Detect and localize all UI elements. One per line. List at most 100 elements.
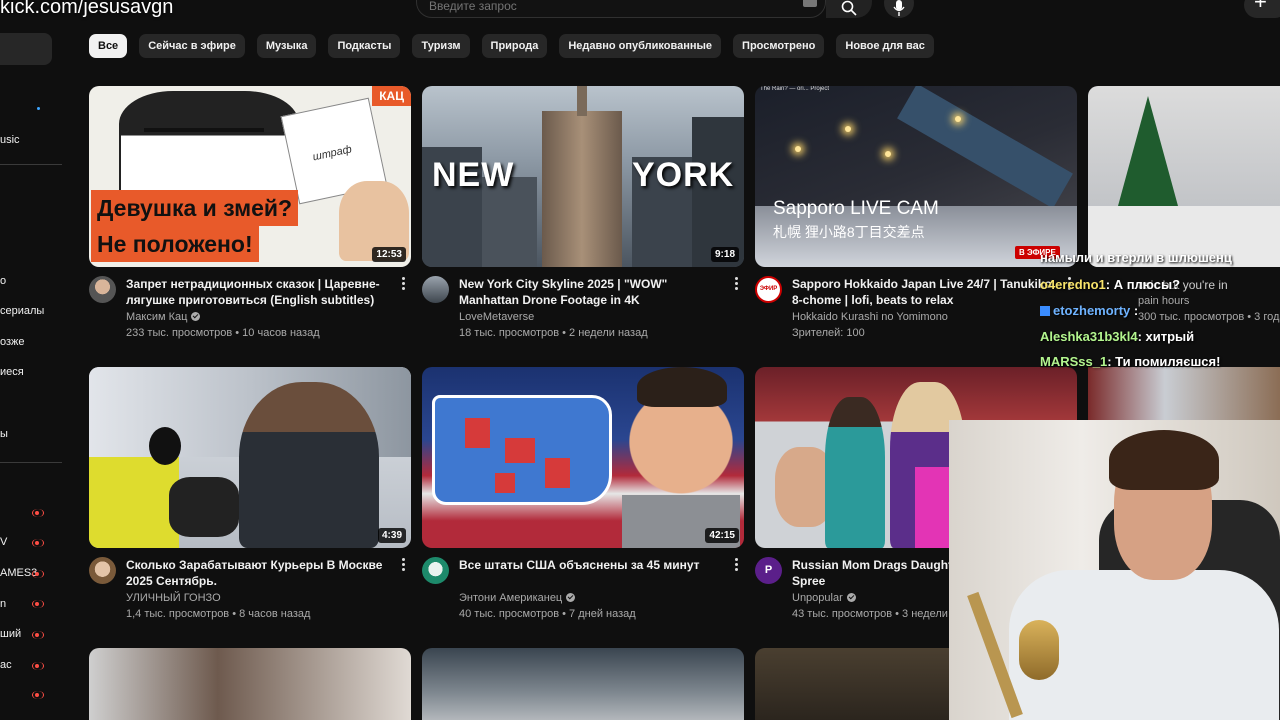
channel-avatar[interactable] <box>422 557 449 584</box>
live-icon <box>32 691 44 699</box>
channel-name[interactable]: УЛИЧНЫЙ ГОНЗО <box>126 592 221 604</box>
live-icon <box>32 539 44 547</box>
video-duration: 42:15 <box>705 528 739 543</box>
chip-new-for-you[interactable]: Новое для вас <box>836 34 934 58</box>
thumbnail-scooter <box>169 477 239 537</box>
street-light <box>845 126 851 132</box>
sidebar-sub-3[interactable]: n <box>0 598 6 610</box>
chip-tourism[interactable]: Туризм <box>412 34 470 58</box>
video-thumbnail[interactable]: 4:39 <box>89 367 411 548</box>
channel-avatar[interactable]: ЭФИР <box>755 276 782 303</box>
chip-live[interactable]: Сейчас в эфире <box>139 34 245 58</box>
video-title[interactable]: Sapporo Hokkaido Japan Live 24/7 | Tanuk… <box>792 276 1054 308</box>
chat-message: etozhemorty : <box>1040 303 1138 318</box>
sidebar-item-watch-later[interactable]: озже <box>0 336 25 348</box>
thumbnail-tower <box>542 111 622 267</box>
chip-watched[interactable]: Просмотрено <box>733 34 825 58</box>
video-title[interactable]: Сколько Зарабатывают Курьеры В Москве 20… <box>126 557 388 589</box>
thumbnail-caption: Sapporo LIVE CAM <box>773 198 939 219</box>
search-input[interactable] <box>429 0 789 13</box>
more-options-icon[interactable] <box>399 558 407 572</box>
search-icon <box>841 0 857 16</box>
chip-podcasts[interactable]: Подкасты <box>328 34 401 58</box>
channel-name[interactable]: LoveMetaverse <box>459 311 534 323</box>
video-thumbnail[interactable] <box>89 648 411 720</box>
thumbnail-tree <box>1118 96 1178 206</box>
thumbnail-us-map <box>432 395 612 505</box>
video-thumbnail[interactable] <box>755 648 949 720</box>
more-options-icon[interactable] <box>399 277 407 291</box>
streamer-webcam <box>949 420 1280 720</box>
video-stats: 40 тыс. просмотров • 7 дней назад <box>459 608 636 620</box>
sidebar-sub-1[interactable]: V <box>0 536 7 548</box>
live-icon <box>32 570 44 578</box>
video-stats: 300 тыс. просмотров • 3 года н <box>1138 311 1280 323</box>
video-stats: 1,4 тыс. просмотров • 8 часов назад <box>126 608 311 620</box>
sidebar-item-liked[interactable]: иеся <box>0 366 24 378</box>
video-thumbnail[interactable]: NEW YORK 9:18 <box>422 86 744 267</box>
video-thumbnail[interactable]: штраф КАЦ Девушка и змей? Не положено! 1… <box>89 86 411 267</box>
video-title[interactable]: Все штаты США объяснены за 45 минут <box>459 557 721 573</box>
chat-message: MARSss_1: Ти помиляєшся! <box>1040 354 1221 369</box>
thumbnail-bag <box>89 457 179 548</box>
video-title[interactable]: Запрет нетрадиционных сказок | Царевне-л… <box>126 276 388 308</box>
sidebar-item-music[interactable]: usic <box>0 134 20 146</box>
video-title[interactable]: New York City Skyline 2025 | "WOW" Manha… <box>459 276 721 308</box>
channel-avatar[interactable] <box>89 557 116 584</box>
chip-recent[interactable]: Недавно опубликованные <box>559 34 722 58</box>
thumbnail-caption: YORK <box>632 156 735 194</box>
chat-username: Aleshka31b3kl4 <box>1040 329 1138 344</box>
mic-icon <box>893 0 905 16</box>
channel-name[interactable]: Максим Кац <box>126 311 201 323</box>
channel-avatar[interactable]: P <box>755 557 782 584</box>
channel-avatar[interactable] <box>89 276 116 303</box>
keyboard-icon[interactable] <box>803 0 817 7</box>
chat-username: MARSss_1 <box>1040 354 1108 369</box>
chip-all[interactable]: Все <box>89 34 128 58</box>
more-options-icon[interactable] <box>732 558 740 572</box>
thumbnail-person <box>825 397 885 548</box>
video-thumbnail[interactable]: The Rain? — ori... Project Sapporo LIVE … <box>755 86 1077 267</box>
channel-avatar[interactable] <box>422 276 449 303</box>
search-bar[interactable] <box>416 0 826 18</box>
channel-name[interactable]: Энтони Американец <box>459 592 576 604</box>
chip-music[interactable]: Музыка <box>256 34 317 58</box>
search-button[interactable] <box>826 0 872 18</box>
chat-message: намыли и втерли в шлюшенц <box>1040 250 1232 265</box>
live-icon <box>32 631 44 639</box>
video-stats: 18 тыс. просмотров • 2 недели назад <box>459 327 648 339</box>
video-card[interactable]: штраф КАЦ Девушка и змей? Не положено! 1… <box>89 86 411 339</box>
verified-icon <box>191 312 201 321</box>
create-button[interactable]: + <box>1244 0 1280 18</box>
video-card[interactable]: The Rain? — ori... Project Sapporo LIVE … <box>755 86 1077 339</box>
sidebar-sub-5[interactable]: ас <box>0 659 12 671</box>
more-options-icon[interactable] <box>732 277 740 291</box>
voice-search-button[interactable] <box>884 0 914 18</box>
sidebar-item-series[interactable]: сериалы <box>0 305 44 317</box>
sidebar-item-1[interactable]: о <box>0 275 6 287</box>
channel-name[interactable]: Hokkaido Kurashi no Yomimono <box>792 311 948 323</box>
thumbnail-paper-text: штраф <box>311 143 353 164</box>
video-thumbnail[interactable]: 42:15 <box>422 367 744 548</box>
sidebar-sub-4[interactable]: ший <box>0 628 21 640</box>
thumbnail-spire <box>577 86 587 116</box>
video-thumbnail[interactable] <box>1088 86 1280 267</box>
video-card[interactable]: 4:39 Сколько Зарабатывают Курьеры В Моск… <box>89 367 411 620</box>
channel-name[interactable]: Unpopular <box>792 592 856 604</box>
video-card[interactable]: NEW YORK 9:18 New York City Skyline 2025… <box>422 86 744 339</box>
video-thumbnail[interactable] <box>1088 367 1280 420</box>
video-thumbnail[interactable] <box>422 648 744 720</box>
video-card[interactable]: 42:15 Все штаты США объяснены за 45 мину… <box>422 367 744 620</box>
sidebar-item-6[interactable]: ы <box>0 428 8 440</box>
new-content-dot <box>37 107 40 110</box>
channel-name[interactable]: pain hours <box>1138 295 1189 307</box>
sidebar-item-home[interactable] <box>0 33 52 65</box>
thumbnail-caption: 札幌 狸小路8丁目交差点 <box>773 224 925 240</box>
street-light <box>885 151 891 157</box>
thumbnail-street <box>897 86 1073 209</box>
chat-message: o4eredno1: А плюсы? <box>1040 277 1181 292</box>
chip-nature[interactable]: Природа <box>481 34 548 58</box>
stream-watermark: kick.com/jesusavgn <box>0 0 174 18</box>
live-icon <box>32 662 44 670</box>
thumbnail-small-text: The Rain? — ori... Project <box>760 86 830 92</box>
